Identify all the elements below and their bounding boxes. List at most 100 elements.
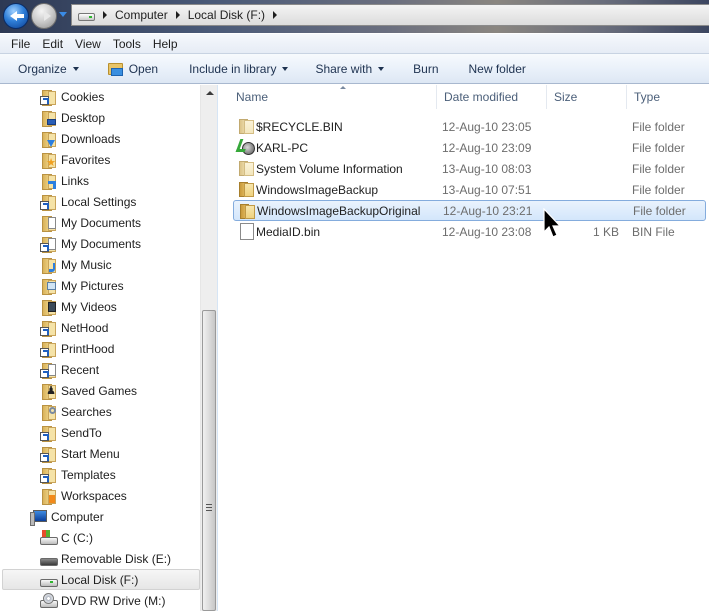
nav-item[interactable]: Cookies [0,86,198,107]
nav-item[interactable]: ♟ Saved Games [0,380,198,401]
mouse-cursor-icon [543,208,562,238]
breadcrumb-chevron-icon[interactable] [103,11,107,19]
breadcrumb-chevron-icon[interactable] [175,11,180,19]
nav-item[interactable]: Computer [0,506,198,527]
favorites-folder-icon: ★ [40,152,56,169]
forward-button[interactable] [31,3,57,29]
nav-item[interactable]: Removable Disk (E:) [0,548,198,569]
nav-item[interactable]: ★ Favorites [0,149,198,170]
nav-item[interactable]: Searches [0,401,198,422]
nav-item[interactable]: DVD RW Drive (M:) [0,590,198,611]
back-button[interactable] [3,3,29,29]
scrollbar-grip-icon [206,504,212,511]
nav-item[interactable]: Local Settings [0,191,198,212]
folder-shortcut-icon [40,320,56,337]
file-row[interactable]: System Volume Information 13-Aug-10 08:03… [233,158,706,179]
network-user-folder-icon [238,139,255,155]
organize-label: Organize [18,61,67,76]
nav-item[interactable]: My Documents [0,212,198,233]
breadcrumb-local-disk[interactable]: Local Disk (F:) [188,8,265,22]
nav-item[interactable]: C (C:) [0,527,198,548]
desktop-folder-icon [40,110,56,127]
drive-icon [78,13,95,21]
local-drive-icon [40,572,58,588]
include-in-library-label: Include in library [189,61,277,76]
menu-bar: File Edit View Tools Help [0,33,709,54]
nav-item-label: Favorites [61,152,111,167]
breadcrumb-chevron-icon[interactable] [273,11,278,19]
recent-shortcut-icon [40,362,56,379]
recent-pages-dropdown[interactable] [59,12,67,17]
nav-item[interactable]: Templates [0,464,198,485]
nav-item[interactable]: Downloads [0,128,198,149]
nav-item-label: Desktop [61,110,106,125]
nav-item[interactable]: Workspaces [0,485,198,506]
new-folder-button[interactable]: New folder [464,62,531,76]
breadcrumb-computer[interactable]: Computer [115,8,168,22]
dvd-drive-icon [40,592,58,609]
nav-item-label: Start Menu [61,446,120,461]
nav-item-label: NetHood [61,320,109,335]
share-with-label: Share with [315,61,373,76]
address-bar[interactable]: Computer Local Disk (F:) [71,4,709,26]
nav-item[interactable]: Recent [0,359,198,380]
file-date: 12-Aug-10 23:21 [443,203,533,218]
open-button[interactable]: Open [103,62,163,76]
nav-item[interactable]: My Documents [0,233,198,254]
file-row[interactable]: $RECYCLE.BIN 12-Aug-10 23:05 File folder [233,116,706,137]
folder-shortcut-icon [40,446,56,463]
nav-item[interactable]: NetHood [0,317,198,338]
file-row[interactable]: WindowsImageBackup 13-Aug-10 07:51 File fo… [233,179,706,200]
column-type-label: Type [634,90,661,104]
organize-button[interactable]: Organize [13,62,84,76]
nav-item-label: My Documents [61,215,142,230]
nav-item[interactable]: Start Menu [0,443,198,464]
menu-tools[interactable]: Tools [107,37,147,51]
file-icon [238,223,254,240]
menu-view[interactable]: View [69,37,107,51]
folder-shortcut-icon [40,194,56,211]
nav-item-label: Searches [61,404,112,419]
menu-help[interactable]: Help [147,37,184,51]
file-date: 12-Aug-10 23:09 [442,140,532,155]
file-name: $RECYCLE.BIN [256,119,343,134]
scroll-up-arrow-icon[interactable] [206,91,214,95]
command-bar: Organize Open Include in library Share w… [0,54,709,84]
column-header-type[interactable]: Type [627,85,709,109]
dropdown-arrow-icon [282,66,289,71]
column-header-size[interactable]: Size [547,85,627,109]
saved-games-folder-icon: ♟ [40,383,56,400]
nav-item-label: Local Disk (F:) [61,572,139,587]
folder-shortcut-icon [40,467,56,484]
navigation-pane: Cookies Desktop Downloads ★ Favorites Links Lo… [0,85,200,611]
nav-item-label: Computer [51,509,104,524]
burn-button[interactable]: Burn [408,62,443,76]
nav-item[interactable]: My Music [0,254,198,275]
share-with-button[interactable]: Share with [310,62,389,76]
folder-shortcut-icon [40,341,56,358]
nav-item[interactable]: Local Disk (F:) [2,569,200,590]
searches-folder-icon [40,404,56,421]
documents-shortcut-icon [40,236,56,253]
file-row[interactable]: MediaID.bin 12-Aug-10 23:08 1 KB BIN File [233,221,706,242]
scrollbar-thumb[interactable] [202,310,216,611]
nav-item-label: Recent [61,362,100,377]
nav-item[interactable]: My Pictures [0,275,198,296]
workspaces-folder-icon [40,488,56,505]
file-type: File folder [632,161,685,176]
column-header-date[interactable]: Date modified [437,85,547,109]
nav-item[interactable]: SendTo [0,422,198,443]
nav-item[interactable]: My Videos [0,296,198,317]
file-row[interactable]: KARL-PC 12-Aug-10 23:09 File folder [233,137,706,158]
include-in-library-button[interactable]: Include in library [184,62,293,76]
menu-edit[interactable]: Edit [36,37,69,51]
videos-folder-icon [40,299,56,316]
nav-item[interactable]: Desktop [0,107,198,128]
menu-file[interactable]: File [5,37,36,51]
navigation-pane-scrollbar[interactable] [200,85,217,611]
nav-item[interactable]: PrintHood [0,338,198,359]
music-folder-icon [40,257,56,274]
file-row[interactable]: WindowsImageBackupOriginal 12-Aug-10 23:2… [233,200,706,221]
nav-item[interactable]: Links [0,170,198,191]
column-header-name[interactable]: Name [229,85,437,109]
